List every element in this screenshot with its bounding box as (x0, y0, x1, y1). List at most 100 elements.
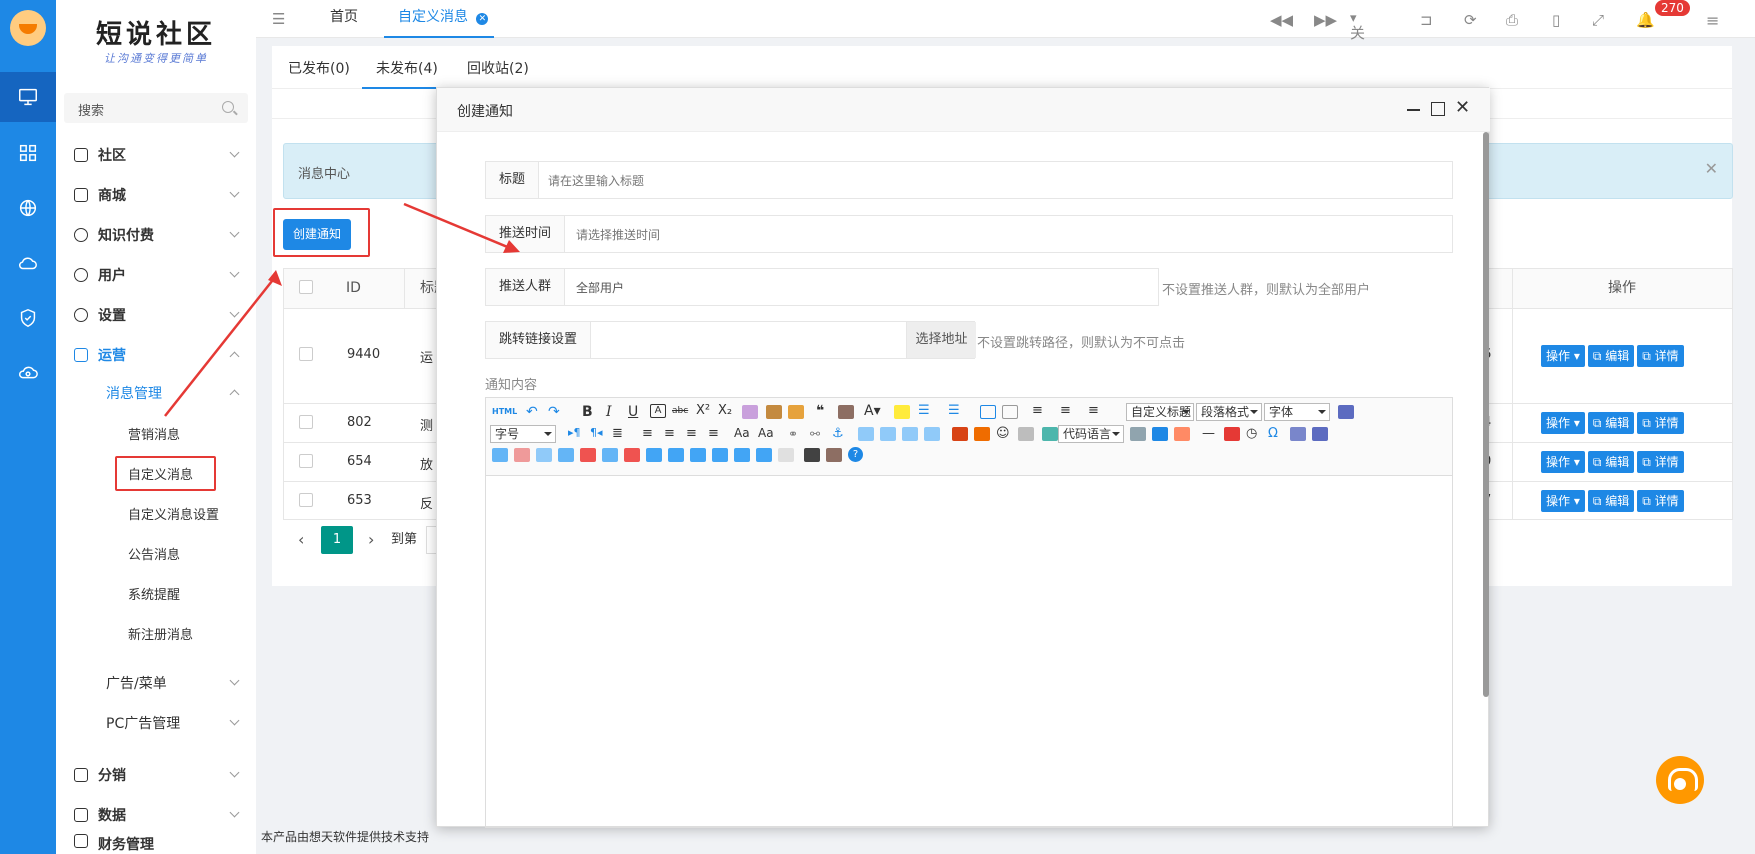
title-field[interactable]: 标题 请在这里输入标题 (485, 161, 1453, 199)
menu-yonghu[interactable]: 用户 (56, 255, 256, 295)
redo-icon[interactable]: ↷ (548, 404, 564, 420)
ltr-icon[interactable]: ▸¶ (568, 426, 584, 440)
split-rows-icon[interactable] (734, 448, 750, 462)
next-page-icon[interactable]: › (368, 526, 374, 554)
page-icon[interactable] (1002, 405, 1018, 419)
format-brush-icon[interactable] (766, 405, 782, 419)
detail-button[interactable]: ⧉ 详情 (1637, 412, 1684, 434)
close-icon[interactable]: ✕ (1455, 97, 1470, 118)
menu-fenxiao[interactable]: 分销 (56, 755, 256, 795)
prev-page-icon[interactable]: ‹ (298, 526, 304, 554)
menu-yunying[interactable]: 运营 (56, 335, 256, 375)
rich-text-editor[interactable]: HTML ↶ ↷ B I U A abc X² X₂ ❝ A▾ ☰ ☰ ≡ ≡ … (485, 397, 1453, 828)
rtl-icon[interactable]: ¶◂ (590, 426, 606, 440)
push-time-field[interactable]: 推送时间 请选择推送时间 (485, 215, 1453, 253)
eraser-icon[interactable] (742, 405, 758, 419)
strike-icon[interactable]: abc (672, 406, 688, 420)
mobile-icon[interactable]: ▯ (1552, 11, 1560, 29)
custom-title-select[interactable]: 自定义标题 (1126, 403, 1194, 421)
op-dropdown-button[interactable]: 操作 ▾ (1541, 412, 1585, 434)
undo-icon[interactable]: ↶ (526, 404, 542, 420)
row-checkbox[interactable] (299, 415, 313, 429)
superscript-icon[interactable]: X² (696, 403, 712, 418)
time-icon[interactable]: ◷ (1246, 426, 1262, 441)
submenu-yingxiao[interactable]: 营销消息 (56, 413, 256, 453)
align-left-icon[interactable]: ≡ (642, 426, 658, 441)
tab-recycle[interactable]: 回收站(2) (467, 58, 529, 78)
insert-paragraph-before-table-icon[interactable] (536, 448, 552, 462)
cloud-service-icon[interactable] (0, 348, 56, 398)
monitor-icon[interactable] (0, 72, 56, 122)
menu-shezhi[interactable]: 设置 (56, 295, 256, 335)
more-menu-icon[interactable]: ≡ (1706, 11, 1719, 30)
map-icon[interactable] (1042, 427, 1058, 441)
menu-xiaoxi[interactable]: 消息管理 (56, 373, 256, 413)
row-checkbox[interactable] (299, 347, 313, 361)
underline-icon[interactable]: U (628, 404, 644, 420)
edit-button[interactable]: ⧉ 编辑 (1587, 412, 1635, 434)
grid-icon[interactable] (0, 128, 56, 178)
fullscreen-icon[interactable]: ⤢ (1592, 11, 1604, 29)
word-image-icon[interactable] (1290, 427, 1306, 441)
insert-col-icon[interactable] (602, 448, 618, 462)
paragraph-select[interactable]: 段落格式 (1196, 403, 1262, 421)
line-height-icon[interactable]: ≡ (1088, 403, 1104, 418)
template-icon[interactable] (1152, 427, 1168, 441)
align-right-icon[interactable]: ≡ (686, 426, 702, 441)
op-dropdown-button[interactable]: 操作 ▾ (1541, 345, 1585, 367)
close-icon[interactable]: ✕ (1705, 159, 1718, 178)
forward-icon[interactable]: ▶▶ (1314, 11, 1337, 29)
detail-button[interactable]: ⧉ 详情 (1637, 345, 1684, 367)
search-replace-icon[interactable] (1312, 427, 1328, 441)
close-dropdown[interactable]: 关闭 ▾ (1350, 11, 1365, 63)
menu-shuju[interactable]: 数据 (56, 795, 256, 835)
op-dropdown-button[interactable]: 操作 ▾ (1541, 490, 1585, 512)
image-icon[interactable] (952, 427, 968, 441)
link-icon[interactable]: ⚭ (788, 427, 804, 441)
html-source-button[interactable]: HTML (492, 407, 517, 416)
avatar[interactable] (10, 10, 46, 46)
printer-icon[interactable]: ⎙ (1506, 11, 1518, 29)
modal-scrollbar[interactable] (1483, 132, 1489, 697)
edit-button[interactable]: ⧉ 编辑 (1587, 451, 1635, 473)
scrawl-icon[interactable] (1018, 427, 1034, 441)
image-right-icon[interactable] (902, 427, 918, 441)
highlight-color-icon[interactable] (894, 405, 910, 419)
bell-icon[interactable]: 🔔 (1636, 11, 1655, 29)
edit-button[interactable]: ⧉ 编辑 (1587, 345, 1635, 367)
detail-button[interactable]: ⧉ 详情 (1637, 451, 1684, 473)
find-icon[interactable] (804, 448, 820, 462)
page-break-icon[interactable] (1130, 427, 1146, 441)
search-input[interactable]: 搜索 (64, 93, 248, 123)
uppercase-icon[interactable]: Aa (734, 426, 750, 440)
page-1[interactable]: 1 (321, 526, 353, 554)
tab-published[interactable]: 已发布(0) (288, 58, 350, 78)
tab-custom-message[interactable]: 自定义消息 ✕ (384, 0, 494, 38)
submenu-zidingyi-shezhi[interactable]: 自定义消息设置 (56, 493, 256, 533)
font-size-select[interactable]: 字号 (490, 425, 556, 443)
background-icon[interactable] (1174, 427, 1190, 441)
subscript-icon[interactable]: X₂ (718, 403, 734, 418)
delete-col-icon[interactable] (624, 448, 640, 462)
emoji-icon[interactable]: ☺ (996, 426, 1012, 441)
push-crowd-field[interactable]: 推送人群 全部用户 (485, 268, 1159, 306)
merge-down-icon[interactable] (690, 448, 706, 462)
submenu-xinzhuce[interactable]: 新注册消息 (56, 613, 256, 653)
image-none-icon[interactable] (858, 427, 874, 441)
split-cells-icon[interactable] (712, 448, 728, 462)
menu-shequ[interactable]: 社区 (56, 135, 256, 175)
delete-row-icon[interactable] (580, 448, 596, 462)
unlink-icon[interactable]: ⚯ (810, 427, 826, 441)
maximize-icon[interactable] (1431, 102, 1445, 116)
auto-format-icon[interactable] (788, 405, 804, 419)
delete-table-icon[interactable] (514, 448, 530, 462)
rewind-icon[interactable]: ◀◀ (1270, 11, 1293, 29)
detail-button[interactable]: ⧉ 详情 (1637, 490, 1684, 512)
select-all-checkbox[interactable] (299, 280, 313, 294)
code-language-select[interactable]: 代码语言 (1058, 425, 1124, 443)
shield-icon[interactable] (0, 293, 56, 343)
cloud-icon[interactable] (0, 238, 56, 288)
back-icon[interactable]: ⊐ (1420, 11, 1433, 29)
submenu-xitong[interactable]: 系统提醒 (56, 573, 256, 613)
indent-icon[interactable]: ≣ (612, 426, 628, 441)
